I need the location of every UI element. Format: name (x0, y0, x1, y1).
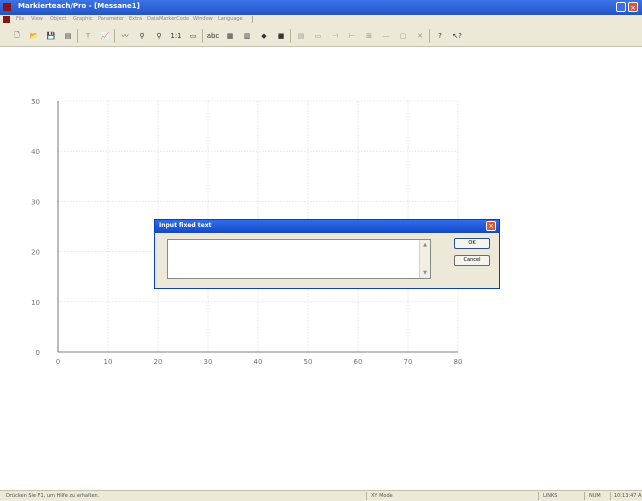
line-icon[interactable]: — (379, 29, 393, 43)
y-tick-label: 10 (31, 299, 40, 307)
toolbar-separator (202, 29, 203, 43)
x-tick-label: 40 (254, 358, 263, 366)
menu-datamarkercode[interactable]: DataMarkerCode (147, 16, 189, 22)
menu-parameter[interactable]: Parameter (98, 16, 124, 22)
y-tick-label: 20 (31, 249, 40, 257)
x-tick-label: 10 (104, 358, 113, 366)
box-icon[interactable]: ▢ (396, 29, 410, 43)
x-tick-label: 0 (56, 358, 60, 366)
import-icon[interactable]: ▤ (61, 29, 75, 43)
status-bar: Drücken Sie F1, um Hilfe zu erhalten. XY… (0, 490, 642, 501)
layers-icon[interactable]: ▭ (311, 29, 325, 43)
title-bar[interactable]: Markierteach/Pro - [Messane1] _ × (0, 0, 642, 15)
menu-bar: File View Object Graphic Parameter Extra… (0, 15, 642, 25)
new-icon[interactable]: 🗋 (10, 29, 24, 43)
abc-icon[interactable]: abc (206, 29, 220, 43)
y-tick-label: 30 (31, 198, 40, 206)
toolbar-separator (290, 29, 291, 43)
window-title: Markierteach/Pro - [Messane1] (18, 2, 140, 10)
minimize-button[interactable]: _ (616, 2, 626, 12)
align-left-icon[interactable]: ⊣ (328, 29, 342, 43)
help-icon[interactable]: ? (433, 29, 447, 43)
ruler-icon[interactable]: ▭ (186, 29, 200, 43)
x-tick-label: 60 (354, 358, 363, 366)
save-icon[interactable]: 💾 (44, 29, 58, 43)
dialog-title-bar[interactable]: Input fixed text × (155, 220, 499, 233)
align-right-icon[interactable]: ⊢ (345, 29, 359, 43)
scroll-up-icon[interactable]: ▲ (422, 242, 428, 248)
x-tick-label: 20 (154, 358, 163, 366)
context-help-icon[interactable]: ↖? (450, 29, 464, 43)
scale-1to1-icon[interactable]: 1:1 (169, 29, 183, 43)
input-fixed-text-dialog: Input fixed text × ▲ ▼ OK Cancel (154, 219, 500, 289)
y-tick-label: 50 (31, 98, 40, 106)
toolbar-separator (77, 29, 78, 43)
status-help-text: Drücken Sie F1, um Hilfe zu erhalten. (6, 493, 100, 499)
status-pane-time: 10:13:47 A (610, 492, 642, 500)
color-icon[interactable]: ◆ (257, 29, 271, 43)
x-tick-label: 30 (204, 358, 213, 366)
scroll-down-icon[interactable]: ▼ (422, 270, 428, 276)
status-pane-links: LINKS (538, 492, 579, 500)
grid-icon[interactable]: ▦ (223, 29, 237, 43)
fill-icon[interactable]: ■ (274, 29, 288, 43)
status-mode: XY Mode (371, 493, 393, 499)
delete-icon[interactable]: ✕ (413, 29, 427, 43)
toolbar-separator (114, 29, 115, 43)
chart-icon[interactable]: 📈 (98, 29, 112, 43)
status-pane-num: NUM (584, 492, 609, 500)
x-tick-label: 50 (304, 358, 313, 366)
zoom-fit-icon[interactable]: ⚲ (152, 29, 166, 43)
menu-language[interactable]: Language (218, 16, 243, 22)
curve-icon[interactable]: 〰 (118, 29, 132, 43)
text-scrollbar[interactable]: ▲ ▼ (419, 240, 430, 278)
text-tool-icon[interactable]: T (81, 29, 95, 43)
menu-separator (252, 16, 253, 23)
cancel-button[interactable]: Cancel (454, 255, 490, 266)
table-icon[interactable]: ▥ (240, 29, 254, 43)
menu-file[interactable]: File (16, 16, 24, 22)
distribute-icon[interactable]: ⊞ (362, 29, 376, 43)
document-icon[interactable] (3, 16, 10, 23)
fixed-text-input[interactable] (167, 239, 431, 279)
dialog-title: Input fixed text (159, 222, 212, 229)
y-tick-label: 0 (36, 349, 40, 357)
zoom-icon[interactable]: ⚲ (135, 29, 149, 43)
status-pane-mode: XY Mode (366, 492, 517, 500)
status-time: 10:13:47 A (614, 493, 642, 499)
toolbar: 🗋 📂 💾 ▤ T 📈 〰 ⚲ ⚲ 1:1 ▭ abc ▦ ▥ ◆ ■ ▤ ▭ ⊣ ⊢ ⊞ — ▢ ✕? ↖? (0, 25, 642, 47)
menu-object[interactable]: Object (50, 16, 66, 22)
menu-window[interactable]: Window (193, 16, 213, 22)
dialog-close-button[interactable]: × (486, 221, 496, 231)
status-links: LINKS (543, 493, 558, 499)
y-tick-label: 40 (31, 148, 40, 156)
toolbar-separator (429, 29, 430, 43)
status-num: NUM (589, 493, 601, 499)
menu-view[interactable]: View (31, 16, 43, 22)
menu-extra[interactable]: Extra (129, 16, 142, 22)
ok-button[interactable]: OK (454, 238, 490, 249)
x-tick-label: 70 (404, 358, 413, 366)
app-icon[interactable] (3, 3, 11, 11)
close-button[interactable]: × (628, 2, 638, 12)
menu-graphic[interactable]: Graphic (73, 16, 92, 22)
open-icon[interactable]: 📂 (27, 29, 41, 43)
x-tick-label: 80 (454, 358, 463, 366)
matrix-icon[interactable]: ▤ (294, 29, 308, 43)
